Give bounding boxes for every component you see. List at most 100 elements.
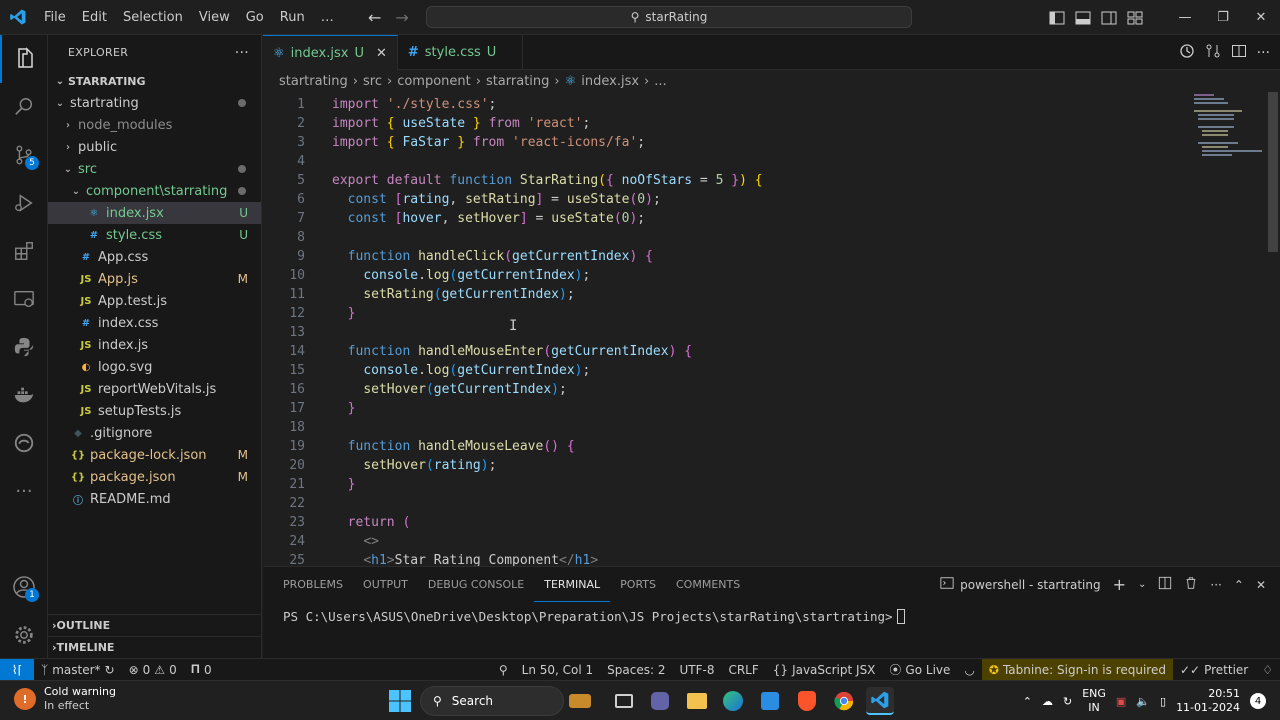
tree-file[interactable]: JS App.test.js — [48, 290, 261, 312]
encoding[interactable]: UTF-8 — [672, 659, 721, 681]
workspace-root[interactable]: ⌄ STARRATING — [48, 70, 261, 92]
vscode-app-icon[interactable] — [866, 687, 894, 715]
recorder-icon[interactable]: ▣ — [1116, 695, 1126, 708]
split-editor-icon[interactable] — [1231, 43, 1247, 63]
toggle-primary-sidebar-icon[interactable] — [1044, 0, 1070, 35]
source-control-icon[interactable]: 5 — [0, 131, 48, 179]
battery-icon[interactable]: ▯ — [1160, 695, 1166, 708]
new-terminal-icon[interactable]: + — [1113, 575, 1126, 594]
terminal-selector[interactable]: powershell - startrating — [940, 576, 1101, 593]
more-actions-icon[interactable]: ··· — [235, 45, 249, 61]
tree-file[interactable]: JS reportWebVitals.js — [48, 378, 261, 400]
code-editor[interactable]: 1 import './style.css'; 2 import { useState… — [263, 92, 1280, 566]
prettier-status[interactable]: ✓✓ Prettier — [1173, 659, 1255, 681]
trash-icon[interactable] — [1184, 576, 1198, 593]
minimize-button[interactable]: — — [1166, 0, 1204, 35]
chevron-up-icon[interactable]: ⌃ — [1023, 695, 1032, 708]
extensions-icon[interactable] — [0, 227, 48, 275]
language-indicator[interactable]: ENG IN — [1082, 687, 1106, 715]
restore-button[interactable]: ❐ — [1204, 0, 1242, 35]
windows-start-icon[interactable] — [388, 689, 412, 713]
tree-file[interactable]: JS App.js M — [48, 268, 261, 290]
explorer-icon[interactable] — [0, 35, 48, 83]
tree-file[interactable]: # style.css U — [48, 224, 261, 246]
menu-item[interactable]: File — [36, 0, 74, 35]
panel-tab-problems[interactable]: PROBLEMS — [273, 567, 353, 602]
brave-browser-icon[interactable] — [793, 687, 821, 715]
breadcrumb-item[interactable]: component — [397, 74, 471, 89]
tree-folder[interactable]: ⌄ src — [48, 158, 261, 180]
remote-indicator-icon[interactable]: ⌇⌈ — [0, 658, 34, 681]
split-terminal-icon[interactable] — [1158, 576, 1172, 593]
weather-widget[interactable]: ! Cold warning In effect — [14, 685, 116, 713]
open-changes-icon[interactable] — [1205, 43, 1221, 63]
minimap[interactable] — [1190, 92, 1266, 162]
tree-folder[interactable]: ⌄ startrating — [48, 92, 261, 114]
breadcrumb-item[interactable]: index.jsx — [581, 74, 639, 89]
tree-folder[interactable]: ⌄ component\starrating — [48, 180, 261, 202]
menu-item[interactable]: View — [191, 0, 238, 35]
maximize-panel-icon[interactable]: ⌃ — [1234, 578, 1244, 592]
more-actions-icon[interactable]: ··· — [1257, 45, 1270, 61]
tree-file[interactable]: ⚛ index.jsx U — [48, 202, 261, 224]
taskbar-search[interactable]: ⚲ Search — [420, 686, 564, 716]
cursor-position[interactable]: Ln 50, Col 1 — [515, 659, 601, 681]
timeline-section[interactable]: › TIMELINE — [48, 636, 261, 658]
clock[interactable]: 20:51 11-01-2024 — [1176, 687, 1240, 715]
breadcrumb-item[interactable]: ... — [654, 74, 666, 89]
panel-tab-debug-console[interactable]: DEBUG CONSOLE — [418, 567, 534, 602]
cloud-icon[interactable]: ☁ — [1042, 695, 1053, 708]
outline-section[interactable]: › OUTLINE — [48, 614, 261, 636]
scrollbar-thumb[interactable] — [1268, 92, 1278, 252]
accounts-icon[interactable]: 1 — [0, 563, 48, 611]
store-app-icon[interactable] — [756, 687, 784, 715]
tree-file[interactable]: # App.css — [48, 246, 261, 268]
edge-app-icon[interactable] — [719, 687, 747, 715]
toggle-panel-icon[interactable] — [1070, 0, 1096, 35]
toggle-secondary-sidebar-icon[interactable] — [1096, 0, 1122, 35]
tree-file[interactable]: ⓘ README.md — [48, 488, 261, 510]
tree-file[interactable]: {} package.json M — [48, 466, 261, 488]
chat-app-icon[interactable] — [646, 687, 674, 715]
tree-file[interactable]: # index.css — [48, 312, 261, 334]
menu-item[interactable]: Run — [272, 0, 313, 35]
breadcrumb-item[interactable]: src — [363, 74, 382, 89]
close-panel-icon[interactable]: ✕ — [1256, 578, 1266, 592]
tab-style-css[interactable]: # style.css U — [398, 35, 524, 70]
end-of-line[interactable]: CRLF — [721, 659, 765, 681]
timeline-history-icon[interactable] — [1179, 43, 1195, 63]
breadcrumb-item[interactable]: starrating — [486, 74, 549, 89]
chevron-down-icon[interactable]: ⌄ — [1138, 579, 1146, 590]
menu-item[interactable]: Selection — [115, 0, 191, 35]
tabnine-status[interactable]: ✪ Tabnine: Sign-in is required — [981, 658, 1173, 681]
vertical-scrollbar[interactable] — [1266, 92, 1280, 566]
tree-folder[interactable]: › public — [48, 136, 261, 158]
panel-tab-ports[interactable]: PORTS — [610, 567, 666, 602]
python-icon[interactable] — [0, 323, 48, 371]
back-arrow-icon[interactable]: ← — [368, 8, 381, 27]
manage-gear-icon[interactable] — [0, 611, 48, 659]
search-view-icon[interactable] — [0, 83, 48, 131]
panel-tab-terminal[interactable]: TERMINAL — [534, 567, 611, 602]
forward-arrow-icon[interactable]: → — [395, 8, 408, 27]
ports-indicator[interactable]: 𝚷 0 — [184, 659, 219, 681]
tree-file[interactable]: {} package-lock.json M — [48, 444, 261, 466]
problems-count[interactable]: ⊗ 0 ⚠ 0 — [122, 659, 184, 681]
widgets-app-icon[interactable] — [566, 687, 594, 715]
more-views-icon[interactable]: ··· — [0, 467, 48, 515]
chrome-browser-icon[interactable] — [830, 687, 858, 715]
language-mode[interactable]: {} JavaScript JSX — [766, 659, 883, 681]
go-live-button[interactable]: ⦿ Go Live — [882, 659, 957, 681]
menu-item[interactable]: Edit — [74, 0, 115, 35]
edge-browser-icon[interactable] — [0, 419, 48, 467]
git-branch[interactable]: ᛉ master* ↻ — [34, 659, 122, 681]
remote-explorer-icon[interactable] — [0, 275, 48, 323]
notification-count[interactable]: 4 — [1250, 693, 1266, 709]
tab-index-jsx[interactable]: ⚛ index.jsx U ✕ — [263, 35, 398, 70]
tree-file[interactable]: JS index.js — [48, 334, 261, 356]
panel-tab-comments[interactable]: COMMENTS — [666, 567, 750, 602]
more-actions-icon[interactable]: ··· — [1210, 578, 1221, 592]
location-pin-icon[interactable]: ⚲ — [492, 659, 515, 681]
close-window-button[interactable]: ✕ — [1242, 0, 1280, 35]
command-center-search[interactable]: ⚲ starRating — [426, 6, 912, 28]
